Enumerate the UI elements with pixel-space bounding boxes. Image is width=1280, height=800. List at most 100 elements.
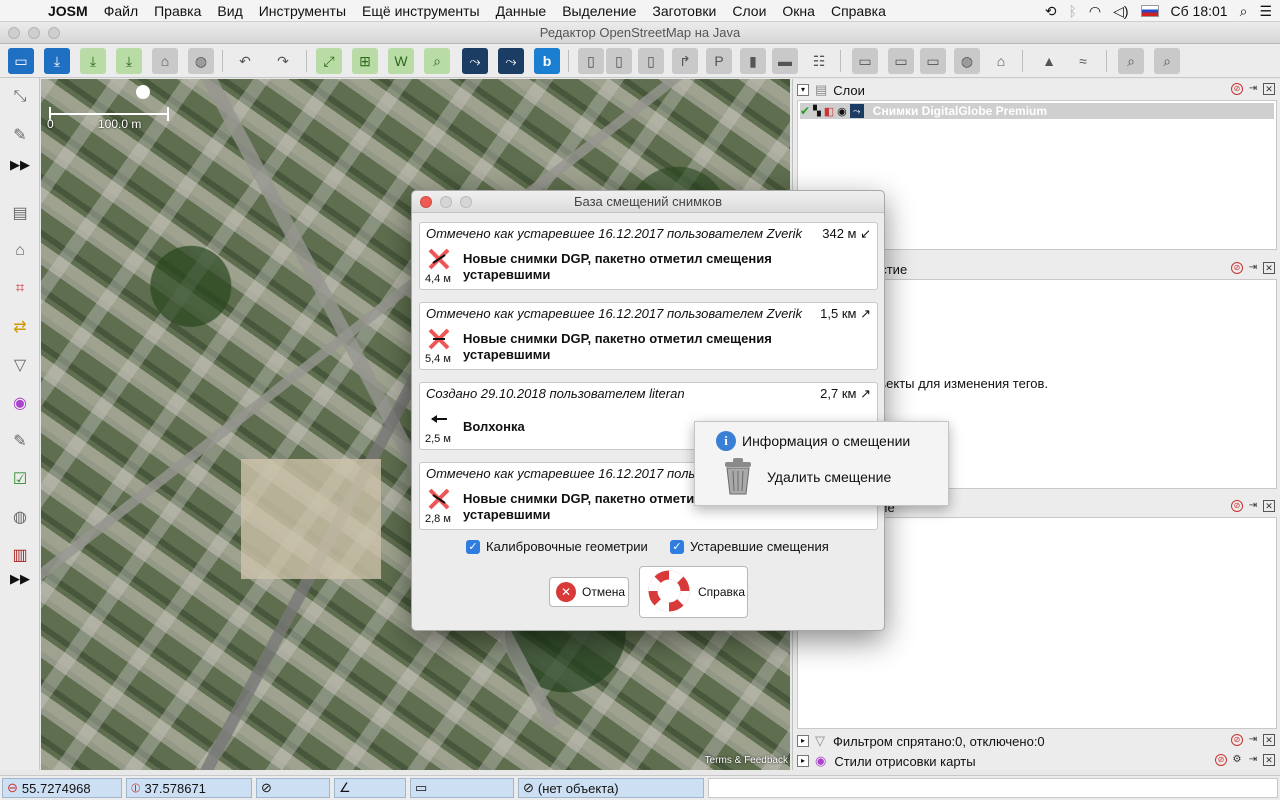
imagery-offset-db-icon[interactable]: ⤳ <box>498 48 524 74</box>
preset-icon-6[interactable]: ▮ <box>740 48 766 74</box>
clock[interactable]: Сб 18:01 <box>1171 3 1228 19</box>
disable-panel-icon[interactable]: ⊘ <box>1215 754 1227 766</box>
disable-panel-icon[interactable]: ⊘ <box>1231 500 1243 512</box>
preset-icon-4[interactable]: ↱ <box>672 48 698 74</box>
menu-more-tools[interactable]: Ещё инструменты <box>354 0 488 22</box>
close-panel-icon[interactable]: ✕ <box>1263 754 1275 766</box>
settings-panel-icon[interactable]: ⚙ <box>1231 754 1243 766</box>
menu-view[interactable]: Вид <box>209 0 250 22</box>
map-paint-styles-icon[interactable]: ◉ <box>7 390 33 416</box>
dialog-close-button[interactable] <box>420 196 432 208</box>
offset-entry[interactable]: Отмечено как устаревшее 16.12.2017 польз… <box>419 222 878 290</box>
detach-panel-icon[interactable]: ⇥ <box>1247 500 1259 512</box>
redo-icon[interactable]: ↷ <box>270 48 296 74</box>
disable-panel-icon[interactable]: ⊘ <box>1231 83 1243 95</box>
upload-icon[interactable]: ⌂ <box>152 48 178 74</box>
download-icon[interactable]: ⤓ <box>80 48 106 74</box>
layer-visible-icon[interactable]: ✔ <box>800 104 810 118</box>
close-panel-icon[interactable]: ✕ <box>1263 262 1275 274</box>
changesets-icon[interactable]: ▥ <box>7 542 33 568</box>
close-panel-icon[interactable]: ✕ <box>1263 734 1275 746</box>
mountain-icon[interactable]: ▲ <box>1036 48 1062 74</box>
preset-icon-3[interactable]: ▯ <box>638 48 664 74</box>
search-preset-icon[interactable]: ⌕ <box>1118 48 1144 74</box>
styles-panel-header[interactable]: ▸ ◉ Стили отрисовки карты ⊘ ⚙ ⇥ ✕ <box>797 751 1280 771</box>
menu-app[interactable]: JOSM <box>40 0 96 22</box>
preset-icon-8[interactable]: ▭ <box>852 48 878 74</box>
volume-icon[interactable]: ◁) <box>1113 3 1128 20</box>
selection-list-icon[interactable]: ⇄ <box>7 314 33 340</box>
cancel-button[interactable]: ✕ Отмена <box>549 577 629 607</box>
detach-panel-icon[interactable]: ⇥ <box>1247 754 1259 766</box>
update-data-icon[interactable]: ◍ <box>188 48 214 74</box>
wms-tms-icon[interactable]: W <box>388 48 414 74</box>
checkbox-checked-icon[interactable]: ✓ <box>466 539 480 554</box>
layers-panel-header[interactable]: ▾ ▤ Слои ⊘ ⇥ ✕ <box>797 80 1280 100</box>
terms-feedback-link[interactable]: Terms & Feedback <box>705 755 788 766</box>
bing-icon[interactable]: b <box>534 48 560 74</box>
expand-icon[interactable]: ▸ <box>797 755 809 767</box>
notification-center-icon[interactable]: ☰ <box>1259 3 1272 20</box>
window-zoom-button[interactable] <box>48 27 60 39</box>
select-tool-icon[interactable]: ⤡ <box>7 84 33 110</box>
validation-icon[interactable]: ☑ <box>7 466 33 492</box>
waterway-icon[interactable]: ≈ <box>1070 48 1096 74</box>
open-file-icon[interactable]: ▭ <box>8 48 34 74</box>
close-panel-icon[interactable]: ✕ <box>1263 83 1275 95</box>
toggle-dialog-layers-icon[interactable]: ▤ <box>7 200 33 226</box>
layer-opacity-icon[interactable]: ◧ <box>824 105 834 118</box>
zoom-slider-knob[interactable] <box>136 85 150 99</box>
notes-icon[interactable]: ✎ <box>7 428 33 454</box>
draw-tool-icon[interactable]: ✎ <box>7 122 33 148</box>
zoom-to-data-icon[interactable]: ⤢ <box>316 48 342 74</box>
menu-help[interactable]: Справка <box>823 0 894 22</box>
save-icon[interactable]: ⤓ <box>44 48 70 74</box>
help-button[interactable]: Справка <box>639 566 748 618</box>
menu-layers[interactable]: Слои <box>724 0 774 22</box>
preset-icon-1[interactable]: ▯ <box>578 48 604 74</box>
preset-icon-7[interactable]: ▬ <box>772 48 798 74</box>
filter-icon[interactable]: ▽ <box>7 352 33 378</box>
expand-icon[interactable]: ▸ <box>797 735 809 747</box>
menu-tools[interactable]: Инструменты <box>251 0 354 22</box>
layer-row[interactable]: ✔ ▚ ◧ ◉ ⤳ Снимки DigitalGlobe Premium <box>800 103 1274 119</box>
menu-presets[interactable]: Заготовки <box>644 0 724 22</box>
detach-panel-icon[interactable]: ⇥ <box>1247 262 1259 274</box>
preset-icon-11[interactable]: ◍ <box>954 48 980 74</box>
preset-icon-9[interactable]: ▭ <box>888 48 914 74</box>
railway-icon[interactable]: ☷ <box>806 48 832 74</box>
detach-panel-icon[interactable]: ⇥ <box>1247 734 1259 746</box>
disable-panel-icon[interactable]: ⊘ <box>1231 262 1243 274</box>
wifi-icon[interactable]: ◠ <box>1089 3 1101 20</box>
preset-icon-10[interactable]: ▭ <box>920 48 946 74</box>
zoom-to-selection-icon[interactable]: ⊞ <box>352 48 378 74</box>
preset-icon-2[interactable]: ▯ <box>606 48 632 74</box>
more-dialogs-icon[interactable]: ▶▶ <box>7 566 33 592</box>
deprecated-checkbox[interactable]: ✓ Устаревшие смещения <box>670 539 829 554</box>
calibration-checkbox[interactable]: ✓ Калибровочные геометрии <box>466 539 648 554</box>
undo-icon[interactable]: ↶ <box>232 48 258 74</box>
offset-entry[interactable]: Отмечено как устаревшее 16.12.2017 польз… <box>419 302 878 370</box>
menu-selection[interactable]: Выделение <box>554 0 644 22</box>
download-along-icon[interactable]: ⤓ <box>116 48 142 74</box>
zoom-search-icon[interactable]: ⌕ <box>424 48 450 74</box>
disable-panel-icon[interactable]: ⊘ <box>1231 734 1243 746</box>
parking-icon[interactable]: P <box>706 48 732 74</box>
spotlight-search-icon[interactable]: ⌕ <box>1240 3 1248 20</box>
menu-data[interactable]: Данные <box>488 0 555 22</box>
close-panel-icon[interactable]: ✕ <box>1263 500 1275 512</box>
bluetooth-icon[interactable]: ᛒ <box>1068 3 1076 19</box>
search-preset-2-icon[interactable]: ⌕ <box>1154 48 1180 74</box>
menu-windows[interactable]: Окна <box>774 0 823 22</box>
layer-name[interactable]: Снимки DigitalGlobe Premium <box>873 104 1047 118</box>
factory-icon[interactable]: ⌂ <box>988 48 1014 74</box>
filter-panel-header[interactable]: ▸ ▽ Фильтром спрятано:0, отключено:0 ⊘ ⇥… <box>797 731 1280 751</box>
imagery-offset-icon[interactable]: ⤳ <box>462 48 488 74</box>
tags-icon[interactable]: ⌂ <box>7 238 33 264</box>
layer-eye-icon[interactable]: ◉ <box>837 105 847 118</box>
window-minimize-button[interactable] <box>28 27 40 39</box>
more-tools-icon[interactable]: ▶▶ <box>7 152 33 178</box>
input-source-flag-icon[interactable] <box>1140 5 1159 17</box>
window-close-button[interactable] <box>8 27 20 39</box>
menu-edit[interactable]: Правка <box>146 0 209 22</box>
